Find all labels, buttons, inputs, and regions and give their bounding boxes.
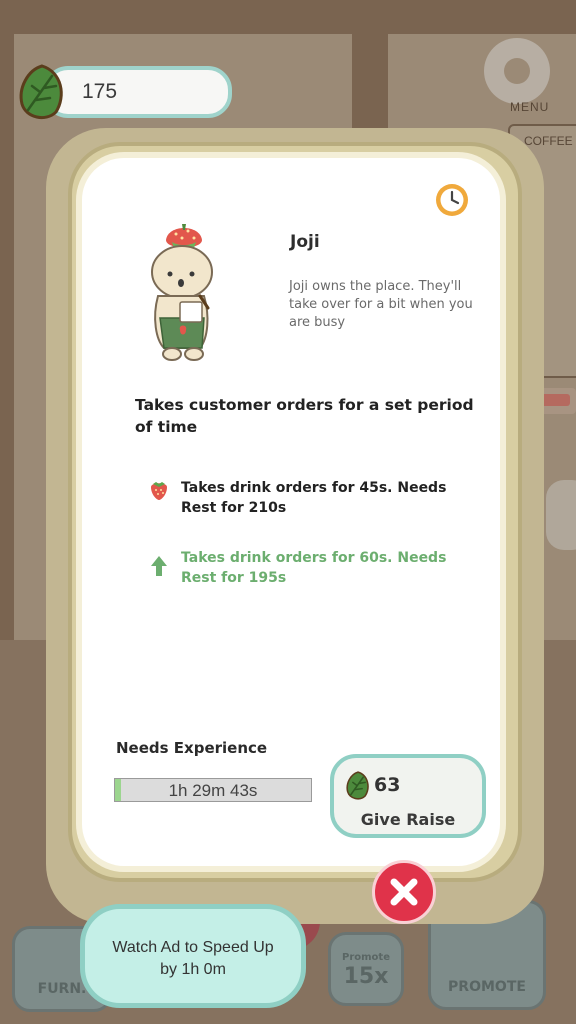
give-raise-button[interactable]: 63 Give Raise xyxy=(330,754,486,838)
current-level-text: Takes drink orders for 45s. Needs Rest f… xyxy=(181,480,447,516)
promote-multiplier: 15x xyxy=(343,964,389,989)
watch-ad-button[interactable]: Watch Ad to Speed Up by 1h 0m xyxy=(80,904,306,1008)
experience-timer-text: 1h 29m 43s xyxy=(168,781,258,800)
give-raise-label: Give Raise xyxy=(360,810,456,829)
close-icon xyxy=(390,878,418,906)
watch-ad-line2: by 1h 0m xyxy=(160,961,226,978)
currency-pill xyxy=(44,66,232,118)
leaf-count: 175 xyxy=(82,80,118,103)
clock-icon[interactable] xyxy=(434,182,470,218)
menu-tag: MENU xyxy=(510,100,550,114)
promote-label: PROMOTE xyxy=(448,979,526,995)
raise-cost: 63 xyxy=(374,774,401,796)
joji-portrait xyxy=(151,224,213,361)
watch-ad-line1: Watch Ad to Speed Up xyxy=(112,939,274,956)
close-button[interactable] xyxy=(372,860,436,924)
staff-description: Joji owns the place. They'll take over f… xyxy=(289,279,473,330)
leaf-currency-counter: 175 xyxy=(14,62,232,120)
strawberry-icon xyxy=(151,482,167,500)
ability-description: Takes customer orders for a set period o… xyxy=(135,396,474,436)
promote-small-label: Promote xyxy=(342,952,390,963)
promote-boost-button[interactable]: Promote 15x xyxy=(328,932,404,1006)
settings-gear-icon[interactable] xyxy=(484,38,550,104)
needs-experience-label: Needs Experience xyxy=(116,739,268,757)
leaf-icon xyxy=(346,771,369,800)
upgrade-arrow-icon xyxy=(151,556,167,576)
staff-name: Joji xyxy=(290,232,320,252)
ceiling-beam xyxy=(0,0,576,34)
next-level-text: Takes drink orders for 60s. Needs Rest f… xyxy=(181,550,447,586)
leaf-icon xyxy=(19,64,63,120)
jar xyxy=(540,394,570,406)
experience-timer-bar: 1h 29m 43s xyxy=(114,778,312,802)
customer-bubble xyxy=(546,480,576,550)
board-label: COFFEE xyxy=(524,134,573,148)
